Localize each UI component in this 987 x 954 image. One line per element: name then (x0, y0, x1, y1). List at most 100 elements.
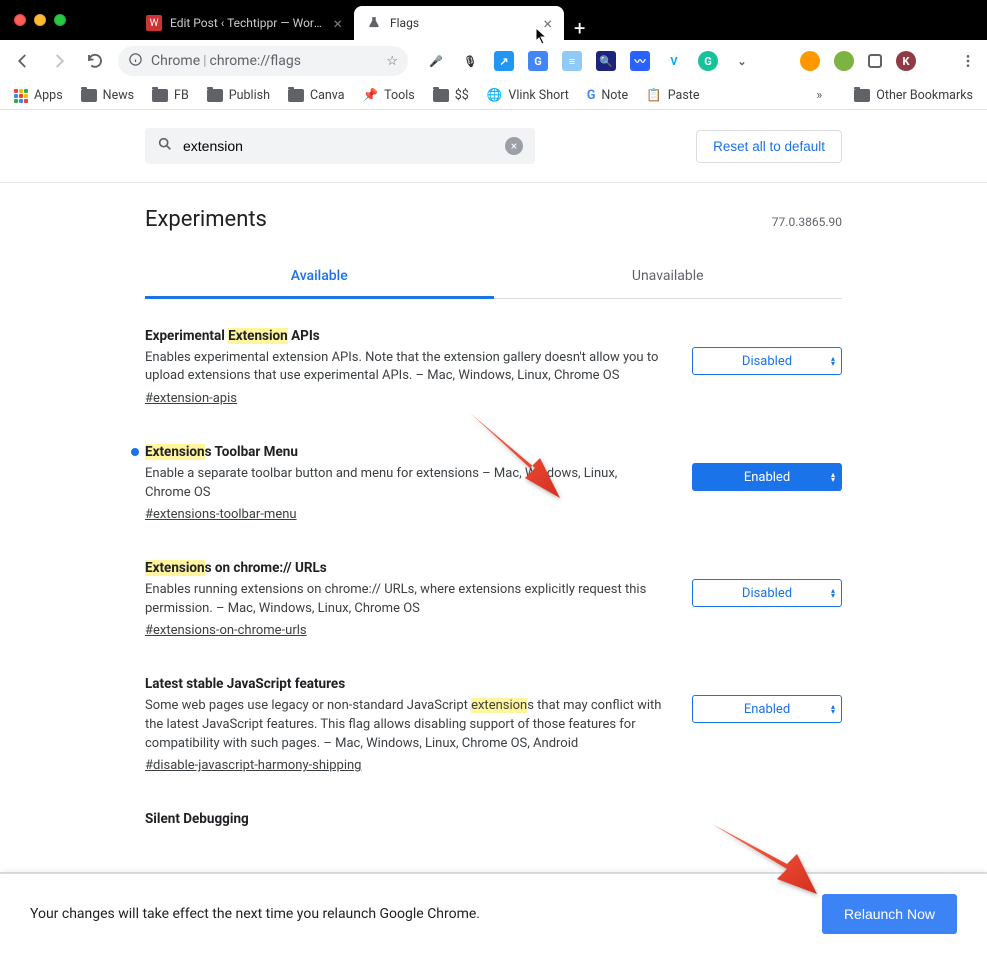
relaunch-button[interactable]: Relaunch Now (822, 894, 957, 934)
google-icon: G (587, 88, 596, 103)
new-tab-button[interactable]: + (574, 16, 585, 40)
ext-icon-grammarly[interactable]: G (698, 51, 718, 71)
bookmark-vlink[interactable]: 🌐 Vlink Short (487, 88, 569, 103)
browser-tab-inactive[interactable]: W Edit Post ‹ Techtippr — WordP × (134, 6, 354, 40)
tab-available[interactable]: Available (145, 256, 494, 299)
flag-permalink[interactable]: #extensions-toolbar-menu (145, 507, 297, 522)
chevron-updown-icon: ▴▾ (831, 704, 835, 714)
ext-icon-doc[interactable]: ≡ (562, 51, 582, 71)
flag-permalink[interactable]: #extension-apis (145, 391, 237, 406)
modified-dot-icon (131, 448, 139, 456)
tab-close-icon[interactable]: × (543, 14, 552, 33)
flag-item: Silent Debugging (145, 810, 842, 832)
flag-item: Extensions on chrome:// URLs Enables run… (145, 559, 842, 641)
site-info-icon[interactable] (128, 52, 143, 71)
flag-select[interactable]: Enabled▴▾ (692, 463, 842, 491)
flag-select[interactable]: Disabled▴▾ (692, 579, 842, 607)
flag-permalink[interactable]: #disable-javascript-harmony-shipping (145, 758, 361, 773)
flags-search-box[interactable]: × (145, 128, 535, 164)
flask-icon (366, 15, 382, 31)
clear-search-icon[interactable]: × (505, 137, 523, 155)
bookmark-label: Note (601, 88, 628, 103)
ext-icon-search[interactable]: 🔍 (596, 51, 616, 71)
flag-title: Experimental Extension APIs (145, 327, 662, 347)
bookmark-label: Publish (229, 88, 270, 103)
flags-search-row: × Reset all to default (0, 110, 987, 183)
bookmark-label: Vlink Short (508, 88, 568, 103)
folder-icon (152, 89, 168, 102)
tab-close-icon[interactable]: × (333, 14, 342, 33)
pin-icon: 📌 (363, 88, 379, 103)
ext-icon-green[interactable] (834, 51, 854, 71)
ext-icon-orange[interactable] (800, 51, 820, 71)
search-input[interactable] (183, 138, 495, 154)
flag-title: Extensions Toolbar Menu (145, 443, 662, 463)
flag-description: Enables running extensions on chrome:// … (145, 581, 662, 619)
other-bookmarks[interactable]: Other Bookmarks (854, 88, 973, 103)
page-header: Experiments 77.0.3865.90 (145, 207, 842, 232)
bookmark-overflow-icon[interactable]: » (816, 88, 822, 103)
flag-title: Silent Debugging (145, 810, 842, 830)
ext-icon-translate[interactable]: G (528, 51, 548, 71)
reload-button[interactable] (82, 48, 108, 74)
bookmark-folder-tools[interactable]: 📌 Tools (363, 88, 415, 103)
bookmark-folder-canva[interactable]: Canva (288, 88, 345, 103)
mic2-icon[interactable]: 🎙 (460, 51, 480, 71)
browser-tab-active[interactable]: Flags × (354, 6, 564, 40)
forward-button[interactable] (46, 48, 72, 74)
flag-select[interactable]: Enabled▴▾ (692, 695, 842, 723)
window-maximize-button[interactable] (54, 14, 66, 26)
ext-icon-frame[interactable] (868, 54, 882, 68)
window-close-button[interactable] (14, 14, 26, 26)
chevron-updown-icon: ▴▾ (831, 588, 835, 598)
flag-description: Enable a separate toolbar button and men… (145, 465, 662, 503)
bookmark-note[interactable]: G Note (587, 88, 628, 103)
window-minimize-button[interactable] (34, 14, 46, 26)
bookmark-label: Paste (668, 88, 700, 103)
flag-item: Extensions Toolbar Menu Enable a separat… (145, 443, 842, 525)
flag-permalink[interactable]: #extensions-on-chrome-urls (145, 623, 307, 638)
bookmark-folder-news[interactable]: News (81, 88, 134, 103)
ext-icon-pocket[interactable]: ⌄ (732, 51, 752, 71)
folder-icon (207, 89, 223, 102)
bookmark-paste[interactable]: 📋Paste (646, 88, 699, 103)
ext-icon-k[interactable]: K (896, 51, 916, 71)
bookmarks-bar: Apps News FB Publish Canva 📌 Tools $$ 🌐 Vl… (0, 82, 987, 110)
tab-unavailable[interactable]: Unavailable (494, 256, 843, 298)
address-bar[interactable]: Chrome|chrome://flags ☆ (118, 46, 408, 76)
apps-shortcut[interactable]: Apps (14, 88, 63, 103)
ext-icon-drive[interactable]: ▲ (766, 51, 786, 71)
back-button[interactable] (10, 48, 36, 74)
tab-title: Edit Post ‹ Techtippr — WordP (170, 16, 325, 30)
reset-all-button[interactable]: Reset all to default (696, 130, 842, 163)
globe-icon: 🌐 (487, 88, 503, 103)
chrome-version: 77.0.3865.90 (772, 215, 842, 229)
traffic-lights (14, 14, 66, 26)
chevron-updown-icon: ▴▾ (831, 472, 835, 482)
bookmark-folder-money[interactable]: $$ (433, 88, 469, 103)
flag-item: Latest stable JavaScript features Some w… (145, 675, 842, 776)
folder-icon (81, 89, 97, 102)
folder-icon (854, 89, 870, 102)
flag-item: Experimental Extension APIs Enables expe… (145, 327, 842, 409)
ext-icon-gt[interactable]: V (664, 51, 684, 71)
tab-title: Flags (390, 16, 535, 30)
mic-icon[interactable]: 🎤 (426, 51, 446, 71)
ext-icon-chart[interactable]: 〰 (630, 51, 650, 71)
page-title: Experiments (145, 207, 267, 232)
bookmark-star-icon[interactable]: ☆ (386, 54, 398, 69)
chevron-updown-icon: ▴▾ (831, 356, 835, 366)
folder-icon (433, 89, 449, 102)
flag-select[interactable]: Disabled▴▾ (692, 347, 842, 375)
ext-icon-blue1[interactable]: ↗ (494, 51, 514, 71)
bookmark-folder-publish[interactable]: Publish (207, 88, 270, 103)
bookmark-label: News (103, 88, 134, 103)
bookmark-label: Tools (384, 88, 415, 103)
folder-icon (288, 89, 304, 102)
bookmark-folder-fb[interactable]: FB (152, 88, 189, 103)
bookmark-label: Apps (34, 88, 63, 103)
apps-icon (14, 89, 28, 103)
menu-button[interactable] (956, 49, 980, 73)
bookmark-label: Canva (310, 88, 345, 103)
flag-description: Enables experimental extension APIs. Not… (145, 349, 662, 387)
